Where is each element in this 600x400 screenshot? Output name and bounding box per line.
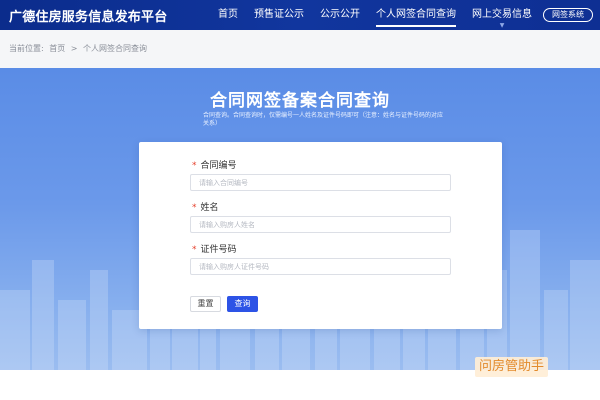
- site-title[interactable]: 广德住房服务信息发布平台: [9, 6, 167, 25]
- breadcrumb-home-link[interactable]: 首页: [49, 44, 65, 53]
- required-mark: *: [192, 161, 197, 171]
- top-header: 广德住房服务信息发布平台 首页 预售证公示 公示公开 个人网签合同查询 网上交易…: [0, 0, 600, 30]
- nav-item-online-trading-label: 网上交易信息: [472, 9, 532, 20]
- nav-item-home[interactable]: 首页: [210, 0, 246, 30]
- watermark-logo: 问房管助手: [475, 357, 549, 377]
- breadcrumb-prefix: 当前位置:: [9, 44, 44, 53]
- required-mark: *: [192, 203, 197, 213]
- query-button[interactable]: 查询: [227, 296, 258, 312]
- nav-item-contract-query-label: 个人网签合同查询: [376, 9, 456, 20]
- contract-number-input[interactable]: [190, 174, 451, 191]
- nav-item-public-notice[interactable]: 公示公开: [312, 0, 368, 30]
- signing-system-button[interactable]: 网签系统: [543, 8, 593, 22]
- nav-item-online-trading[interactable]: 网上交易信息 ▼: [464, 0, 540, 30]
- chevron-down-icon: ▼: [499, 22, 505, 29]
- page-description: 合同查询。合同查询时，仅需编号一人姓名及证件号码即可（注意：姓名与证件号码的对应…: [203, 112, 444, 127]
- contract-number-label-text: 合同编号: [200, 161, 237, 171]
- reset-button[interactable]: 重置: [190, 296, 221, 312]
- id-number-input[interactable]: [190, 258, 451, 275]
- name-label: * 姓名: [192, 200, 219, 213]
- name-label-text: 姓名: [200, 203, 219, 213]
- page-title: 合同网签备案合同查询: [210, 91, 390, 111]
- breadcrumb-separator: >: [70, 44, 78, 53]
- id-number-label-text: 证件号码: [200, 245, 237, 255]
- name-input[interactable]: [190, 216, 451, 233]
- id-number-label: * 证件号码: [192, 242, 237, 255]
- main-nav: 首页 预售证公示 公示公开 个人网签合同查询 网上交易信息 ▼: [210, 0, 540, 30]
- required-mark: *: [192, 245, 197, 255]
- nav-item-presale-permit[interactable]: 预售证公示: [246, 0, 312, 30]
- breadcrumb-current: 个人网签合同查询: [83, 44, 148, 53]
- contract-number-label: * 合同编号: [192, 158, 237, 171]
- nav-item-contract-query[interactable]: 个人网签合同查询: [368, 0, 464, 30]
- breadcrumb: 当前位置: 首页 > 个人网签合同查询: [9, 43, 150, 54]
